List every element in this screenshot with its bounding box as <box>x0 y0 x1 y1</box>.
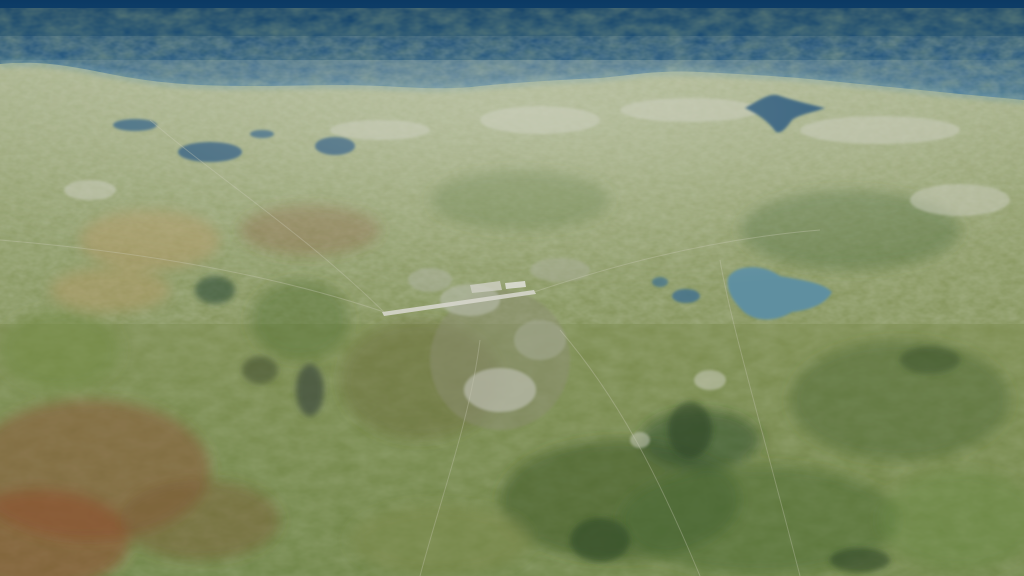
atmospheric-haze <box>0 60 1024 320</box>
aerial-scene <box>0 0 1024 576</box>
terrain-view <box>0 0 1024 576</box>
